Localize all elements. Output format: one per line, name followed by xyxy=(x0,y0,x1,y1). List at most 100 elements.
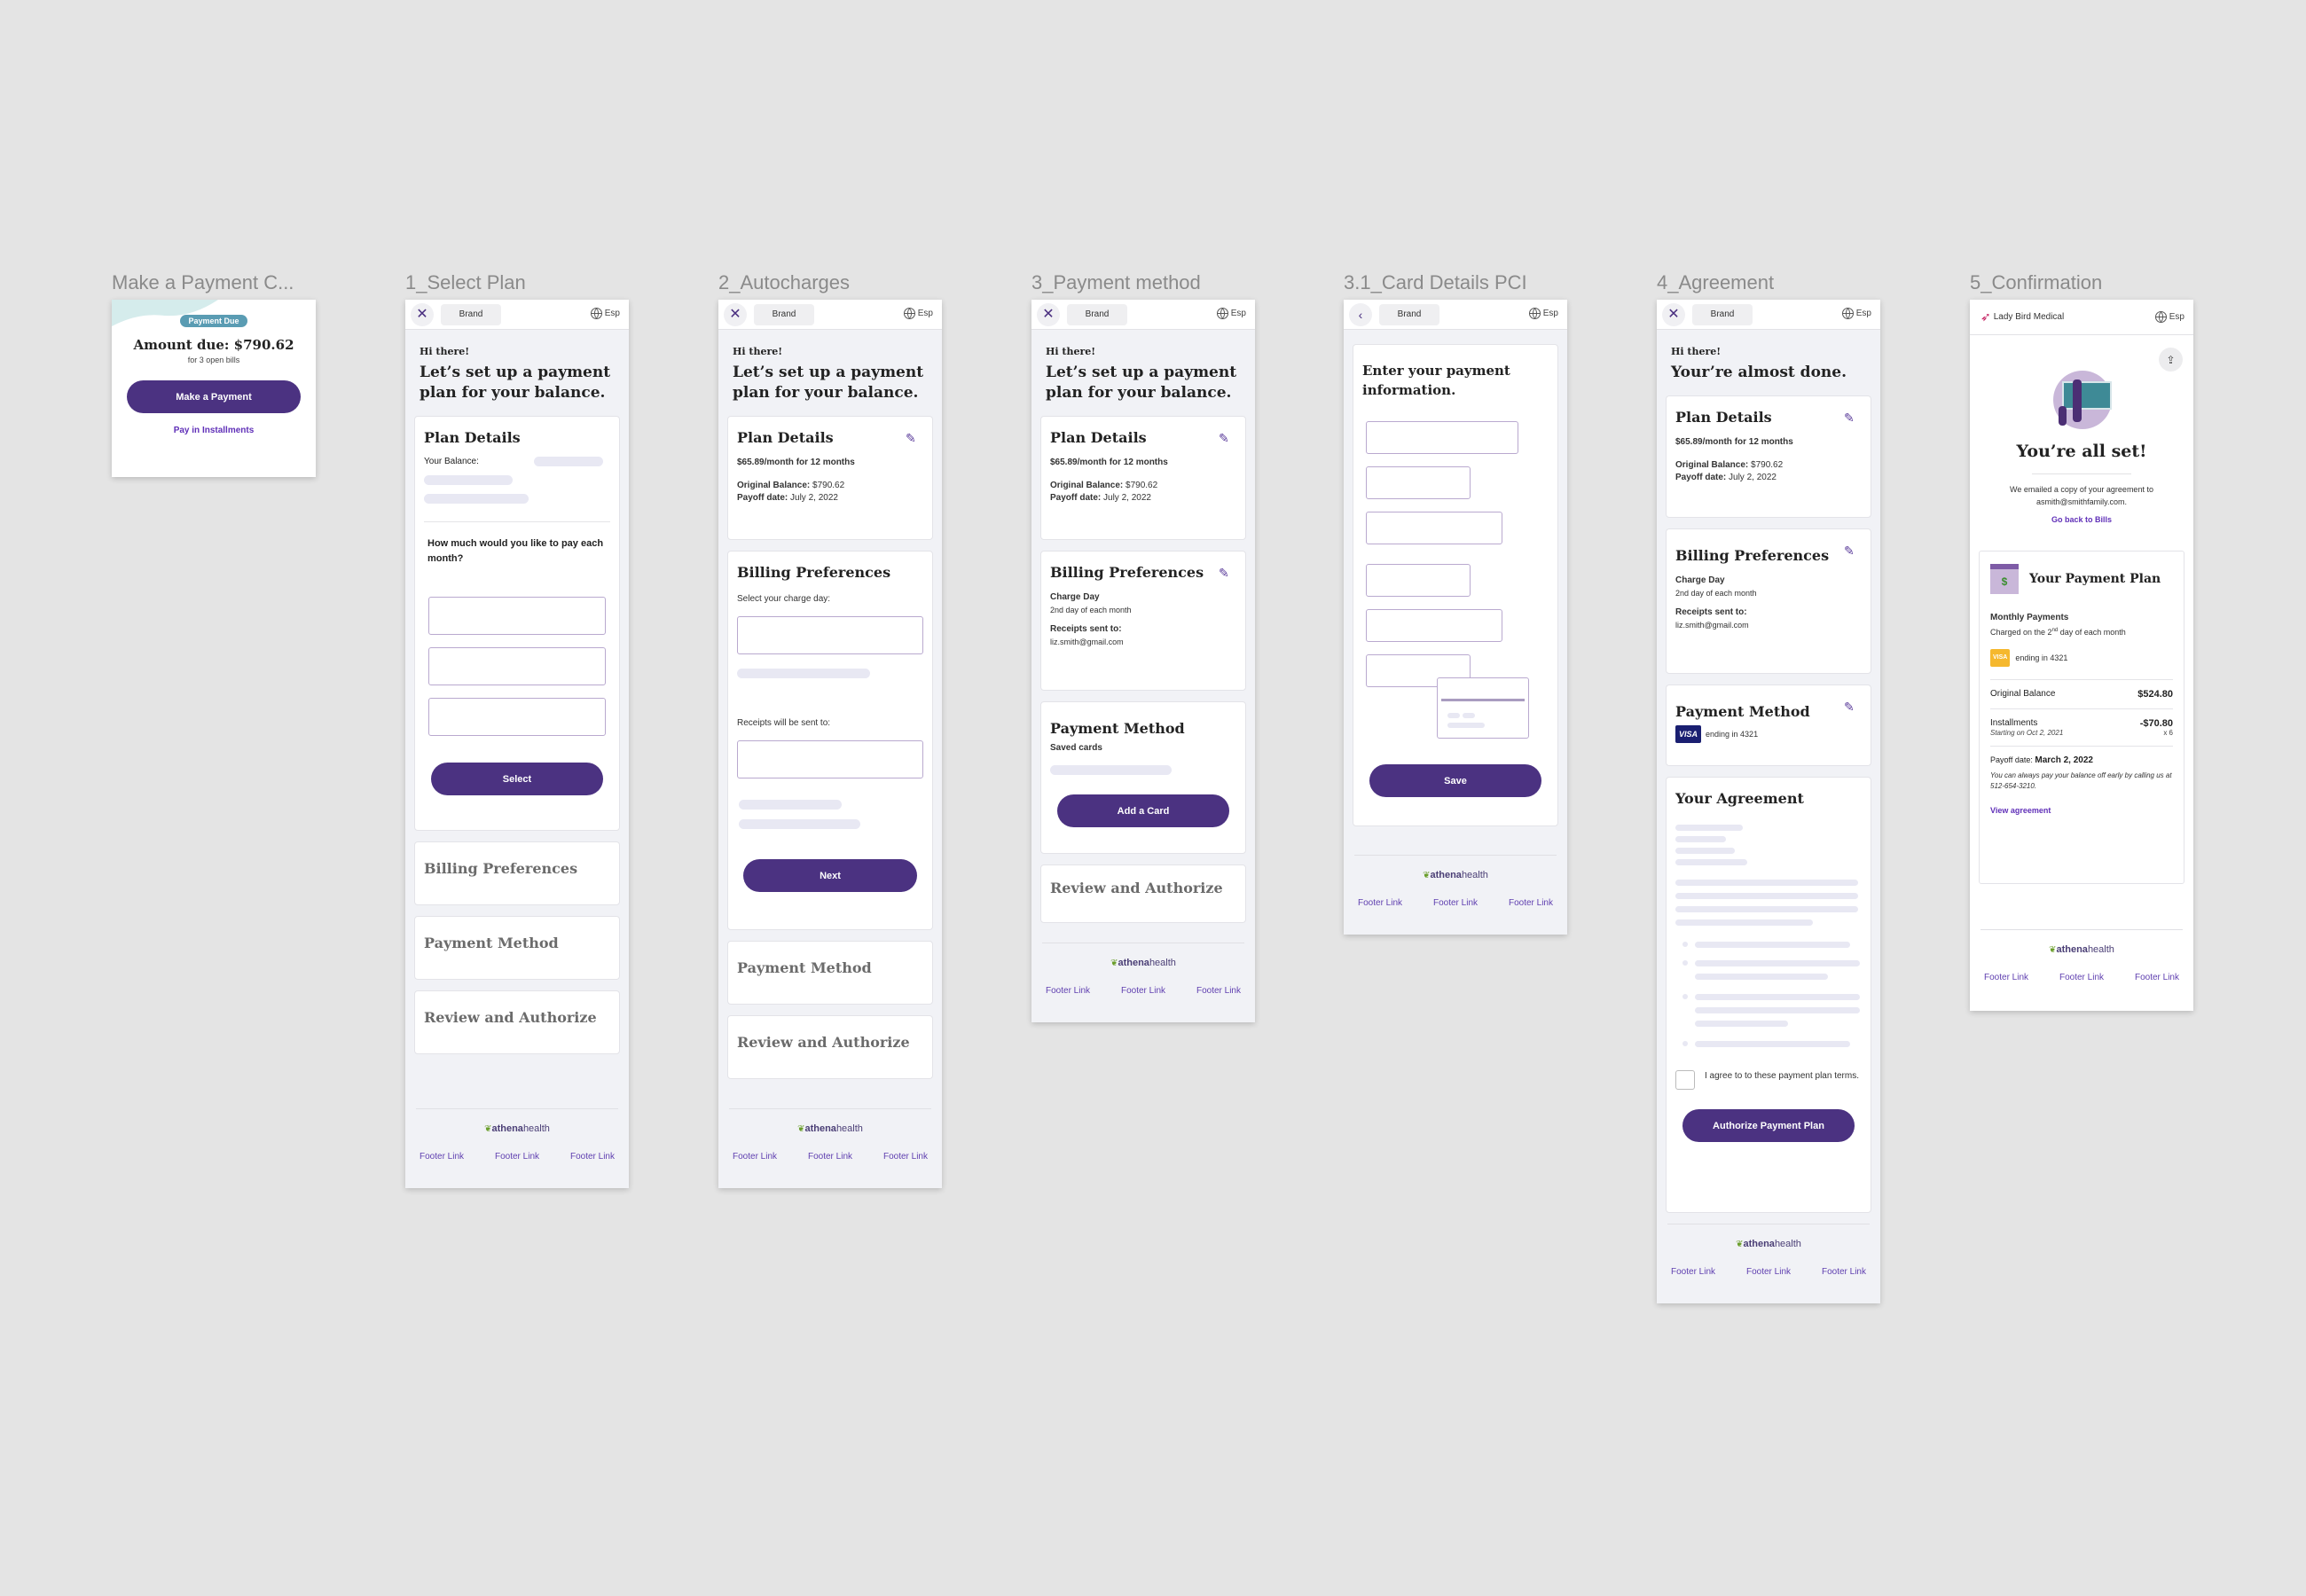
add-card-button[interactable]: Add a Card xyxy=(1057,794,1229,827)
orig-balance-value: $790.62 xyxy=(1126,481,1158,490)
skeleton-line xyxy=(739,819,860,829)
amount-option-2[interactable] xyxy=(428,647,606,685)
authorize-payment-plan-button[interactable]: Authorize Payment Plan xyxy=(1682,1109,1855,1142)
language-toggle[interactable]: Esp xyxy=(903,308,933,319)
make-payment-button[interactable]: Make a Payment xyxy=(127,380,301,413)
receipts-label: Receipts sent to: xyxy=(1050,624,1122,634)
save-button[interactable]: Save xyxy=(1369,764,1541,797)
close-icon[interactable]: ✕ xyxy=(1662,302,1685,326)
step-payment-method[interactable]: Payment Method xyxy=(727,941,933,1005)
name-field[interactable] xyxy=(1366,512,1502,544)
language-toggle[interactable]: Esp xyxy=(1216,308,1246,319)
skeleton-line xyxy=(534,457,603,466)
footer-link[interactable]: Footer Link xyxy=(1196,986,1241,996)
plan-summary: $65.89/month for 12 months xyxy=(737,458,855,467)
original-balance-row: Original Balance $524.80 xyxy=(1990,689,2173,700)
footer-link[interactable]: Footer Link xyxy=(1984,973,2028,982)
top-bar: ➶ Lady Bird Medical Esp xyxy=(1970,300,2193,335)
step-title: Review and Authorize xyxy=(424,1009,597,1026)
language-label: Esp xyxy=(917,309,933,318)
charge-day-input[interactable] xyxy=(737,616,923,654)
agree-label: I agree to to these payment plan terms. xyxy=(1705,1071,1859,1081)
charge-day-label: Charge Day xyxy=(1675,575,1725,585)
open-bills-subtext: for 3 open bills xyxy=(187,356,240,364)
step-billing-preferences[interactable]: Billing Preferences xyxy=(414,841,620,905)
top-bar: ✕ Brand Esp xyxy=(718,300,942,330)
footer-link[interactable]: Footer Link xyxy=(733,1152,777,1162)
amount-option-1[interactable] xyxy=(428,597,606,635)
close-icon[interactable]: ✕ xyxy=(411,302,434,326)
card-ending: ending in 4321 xyxy=(2015,653,2068,662)
receipts-value: liz.smith@gmail.com xyxy=(1050,638,1124,646)
footer-link[interactable]: Footer Link xyxy=(570,1152,615,1162)
card-number-field[interactable] xyxy=(1366,421,1518,454)
footer-link[interactable]: Footer Link xyxy=(2135,973,2179,982)
close-icon[interactable]: ✕ xyxy=(1037,302,1060,326)
language-toggle[interactable]: Esp xyxy=(590,308,620,319)
orig-balance-label: Original Balance: xyxy=(1675,460,1749,470)
footer: ❦athenahealth Footer Link Footer Link Fo… xyxy=(405,1108,629,1188)
frame-label-autocharges: 2_Autocharges xyxy=(718,271,850,293)
amount-option-3[interactable] xyxy=(428,698,606,736)
step-review-authorize[interactable]: Review and Authorize xyxy=(1040,864,1246,923)
headline: Your’re almost done. xyxy=(1671,364,1847,381)
expiry-field[interactable] xyxy=(1366,466,1471,499)
step-payment-method[interactable]: Payment Method xyxy=(414,916,620,980)
skeleton-line xyxy=(424,494,529,504)
cvv-field[interactable] xyxy=(1366,564,1471,597)
card-entry-card: Enter your payment information. Save xyxy=(1353,344,1558,826)
footer-link[interactable]: Footer Link xyxy=(1822,1267,1866,1277)
email-address: asmith@smithfamily.com. xyxy=(2036,497,2127,506)
headline: You’re all set! xyxy=(2016,442,2147,461)
step-review-authorize[interactable]: Review and Authorize xyxy=(727,1015,933,1079)
back-chevron-icon[interactable]: ‹ xyxy=(1349,302,1372,326)
payoff-label: Payoff date: xyxy=(1050,493,1102,503)
edit-pencil-icon[interactable]: ✎ xyxy=(906,431,920,445)
headline: Let’s set up a payment plan for your bal… xyxy=(1046,364,1237,402)
footer-link[interactable]: Footer Link xyxy=(1358,898,1402,908)
go-back-to-bills-link[interactable]: Go back to Bills xyxy=(1970,515,2193,524)
agree-checkbox[interactable] xyxy=(1675,1070,1695,1090)
footer-link[interactable]: Footer Link xyxy=(1433,898,1478,908)
card-title: Payment Method xyxy=(1675,703,1810,720)
language-toggle[interactable]: Esp xyxy=(2154,311,2184,323)
footer-link[interactable]: Footer Link xyxy=(1746,1267,1791,1277)
payoff-label: Payoff date: xyxy=(1675,473,1727,482)
next-button[interactable]: Next xyxy=(743,859,917,892)
footer-link[interactable]: Footer Link xyxy=(1121,986,1165,996)
frame-label-select-plan: 1_Select Plan xyxy=(405,271,526,293)
footer-link[interactable]: Footer Link xyxy=(420,1152,464,1162)
footer-link[interactable]: Footer Link xyxy=(1509,898,1553,908)
language-toggle[interactable]: Esp xyxy=(1528,308,1558,319)
edit-pencil-icon[interactable]: ✎ xyxy=(1844,700,1858,714)
close-icon[interactable]: ✕ xyxy=(724,302,747,326)
view-agreement-link[interactable]: View agreement xyxy=(1990,806,2173,815)
footer-link[interactable]: Footer Link xyxy=(1671,1267,1715,1277)
receipts-email-input[interactable] xyxy=(737,740,923,778)
card-title: Billing Preferences xyxy=(737,564,891,581)
share-icon[interactable]: ⇪ xyxy=(2159,348,2183,372)
top-bar: ‹ Brand Esp xyxy=(1344,300,1567,330)
footer-link[interactable]: Footer Link xyxy=(1046,986,1090,996)
charge-day-label: Charge Day xyxy=(1050,592,1100,602)
edit-pencil-icon[interactable]: ✎ xyxy=(1219,431,1233,445)
edit-pencil-icon[interactable]: ✎ xyxy=(1219,566,1233,580)
edit-pencil-icon[interactable]: ✎ xyxy=(1844,544,1858,558)
edit-pencil-icon[interactable]: ✎ xyxy=(1844,411,1858,425)
footer-link[interactable]: Footer Link xyxy=(2059,973,2104,982)
language-toggle[interactable]: Esp xyxy=(1841,308,1871,319)
footer-link[interactable]: Footer Link xyxy=(808,1152,852,1162)
footer-link[interactable]: Footer Link xyxy=(883,1152,928,1162)
step-review-authorize[interactable]: Review and Authorize xyxy=(414,990,620,1054)
charge-day-value: 2nd day of each month xyxy=(1675,589,1757,598)
receipts-value: liz.smith@gmail.com xyxy=(1675,621,1749,630)
select-plan-frame: ✕ Brand Esp Hi there! Let’s set up a pay… xyxy=(405,300,629,1188)
select-button[interactable]: Select xyxy=(431,763,603,795)
plan-details-card: Plan Details ✎ $65.89/month for 12 month… xyxy=(727,416,933,540)
card-title: Payment Method xyxy=(1050,720,1185,737)
pay-installments-link[interactable]: Pay in Installments xyxy=(112,426,316,435)
saved-cards-label: Saved cards xyxy=(1050,743,1102,753)
zip-field[interactable] xyxy=(1366,609,1502,642)
footer-link[interactable]: Footer Link xyxy=(495,1152,539,1162)
athenahealth-logo: ❦athenahealth xyxy=(484,1123,550,1134)
